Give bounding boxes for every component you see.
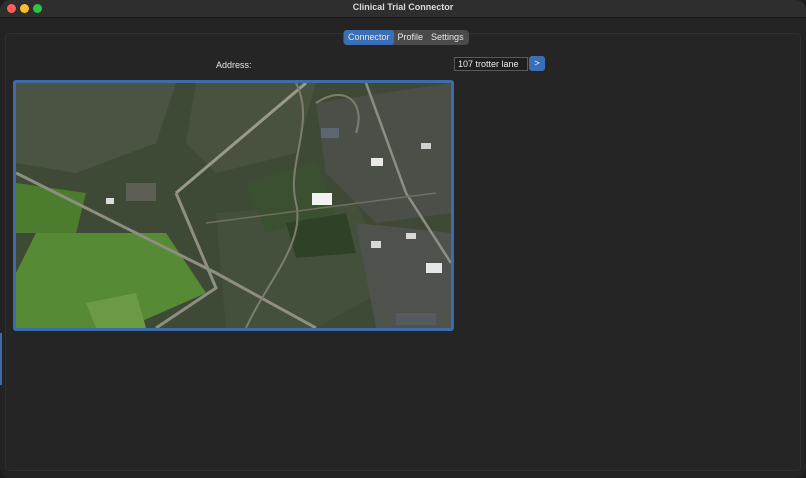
- app-window: Clinical Trial Connector Connector Profi…: [0, 0, 806, 478]
- window-edge-marker: [0, 333, 2, 385]
- go-button[interactable]: >: [529, 56, 545, 71]
- tab-settings[interactable]: Settings: [427, 30, 468, 45]
- satellite-map-image: [16, 83, 451, 328]
- title-bar: Clinical Trial Connector: [0, 0, 806, 18]
- satellite-map[interactable]: [13, 80, 454, 331]
- address-input[interactable]: 107 trotter lane: [454, 57, 528, 71]
- tab-profile[interactable]: Profile: [394, 30, 428, 45]
- tab-bar: Connector Profile Settings: [343, 30, 469, 45]
- tab-connector[interactable]: Connector: [344, 30, 394, 45]
- window-title: Clinical Trial Connector: [352, 2, 454, 12]
- address-label: Address:: [216, 60, 252, 70]
